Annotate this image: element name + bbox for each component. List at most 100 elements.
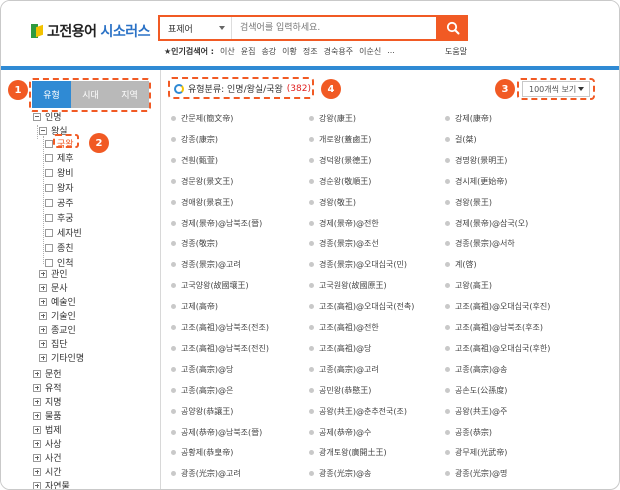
result-item[interactable]: 경종(景宗)@조선 [309, 238, 379, 249]
popular-keyword[interactable]: 정조 [303, 46, 318, 57]
result-item[interactable]: 개로왕(蓋鹵王) [309, 134, 371, 145]
result-item[interactable]: 고조(高祖)@남북조(후조) [445, 322, 543, 333]
result-item[interactable]: 광종(光宗)@명 [445, 468, 507, 479]
tree-node[interactable]: 기술인 [39, 309, 76, 322]
result-item[interactable]: 경왕(景王) [445, 197, 492, 208]
expand-icon[interactable] [33, 425, 41, 434]
expand-icon[interactable] [39, 353, 47, 362]
result-item[interactable]: 강종(康宗) [171, 134, 218, 145]
result-item[interactable]: 경제(景帝)@전한 [309, 218, 379, 229]
expand-icon[interactable] [33, 439, 41, 448]
result-item[interactable]: 광종(光宗)@송 [309, 468, 371, 479]
expand-icon[interactable] [33, 453, 41, 462]
tab-region[interactable]: 지역 [110, 81, 149, 108]
expand-icon[interactable] [39, 311, 47, 320]
result-item[interactable]: 고조(高祖)@오대십국(후진) [445, 301, 550, 312]
result-item[interactable]: 강왕(康王) [309, 113, 356, 124]
result-item[interactable]: 경제(景帝)@삼국(오) [445, 218, 528, 229]
result-item[interactable]: 공손도(公孫度) [445, 385, 507, 396]
tab-type[interactable]: 유형 [32, 81, 71, 108]
collapse-icon[interactable] [33, 112, 41, 121]
result-item[interactable]: 고국양왕(故國壤王) [171, 280, 249, 291]
expand-icon[interactable] [39, 325, 47, 334]
result-item[interactable]: 고제(高帝) [171, 301, 218, 312]
tree-node[interactable]: 유적 [33, 381, 62, 394]
result-item[interactable]: 경문왕(景文王) [171, 176, 233, 187]
result-item[interactable]: 경시제(更始帝) [445, 176, 507, 187]
expand-icon[interactable] [33, 411, 41, 420]
logo[interactable]: 고전용어 시소러스 [31, 21, 151, 41]
tree-leaf[interactable]: 세자빈 [45, 226, 82, 239]
expand-icon[interactable] [39, 269, 47, 278]
collapse-icon[interactable] [39, 126, 47, 135]
tree-node[interactable]: 집단 [39, 337, 68, 350]
result-item[interactable]: 고조(高祖)@전한 [309, 322, 379, 333]
result-item[interactable]: 광종(光宗)@고려 [171, 468, 241, 479]
result-item[interactable]: 고종(高宗)@송 [445, 364, 507, 375]
result-item[interactable]: 경왕(敬王) [309, 197, 356, 208]
popular-keyword[interactable]: 이산 [220, 46, 235, 57]
tree-leaf-king[interactable]: 국왕 [45, 137, 74, 150]
tree-leaf[interactable]: 후궁 [45, 211, 74, 224]
tree-leaf[interactable]: 제후 [45, 151, 74, 164]
tree-node[interactable]: 종교인 [39, 323, 76, 336]
result-item[interactable]: 고조(高祖)@오대십국(전촉) [309, 301, 414, 312]
tree-node[interactable]: 지명 [33, 395, 62, 408]
tree-node-person[interactable]: 인명 [33, 110, 62, 123]
tab-era[interactable]: 시대 [71, 81, 110, 108]
search-field-select[interactable]: 표제어 [160, 17, 232, 39]
popular-keyword[interactable]: 윤집 [241, 46, 256, 57]
result-item[interactable]: 경명왕(景明王) [445, 155, 507, 166]
tree-leaf[interactable]: 종친 [45, 241, 74, 254]
result-item[interactable]: 공왕(共王)@주 [445, 406, 507, 417]
result-item[interactable]: 경종(敬宗) [171, 238, 218, 249]
popular-keyword[interactable]: 송강 [261, 46, 276, 57]
result-item[interactable]: 고조(高祖)@남북조(전진) [171, 343, 269, 354]
result-item[interactable]: 경애왕(景哀王) [171, 197, 233, 208]
result-item[interactable]: 공양왕(恭讓王) [171, 406, 233, 417]
search-input[interactable] [232, 17, 436, 39]
result-item[interactable]: 고종(高宗)@당 [171, 364, 233, 375]
result-item[interactable]: 경종(景宗)@서하 [445, 238, 515, 249]
result-item[interactable]: 고조(高祖)@남북조(전조) [171, 322, 269, 333]
tree-node[interactable]: 물품 [33, 409, 62, 422]
result-item[interactable]: 경종(景宗)@오대십국(민) [309, 259, 407, 270]
tree-node[interactable]: 기타인명 [39, 351, 84, 364]
tree-node[interactable]: 문사 [39, 281, 68, 294]
result-item[interactable]: 경종(景宗)@고려 [171, 259, 241, 270]
tree-leaf[interactable]: 왕자 [45, 181, 74, 194]
result-item[interactable]: 강제(康帝) [445, 113, 492, 124]
result-item[interactable]: 고조(高祖)@당 [309, 343, 371, 354]
tree-node[interactable]: 예술인 [39, 295, 76, 308]
expand-icon[interactable] [33, 383, 41, 392]
tree-leaf[interactable]: 공주 [45, 196, 74, 209]
result-item[interactable]: 공왕(共王)@춘추전국(조) [309, 406, 407, 417]
popular-keyword[interactable]: 이황 [282, 46, 297, 57]
result-item[interactable]: 고종(高宗)@은 [171, 385, 233, 396]
result-item[interactable]: 고국원왕(故國原王) [309, 280, 387, 291]
result-item[interactable]: 견훤(甄萱) [171, 155, 218, 166]
result-item[interactable]: 공제(恭帝)@남북조(晉) [171, 427, 262, 438]
result-item[interactable]: 광무제(光武帝) [445, 447, 507, 458]
tree-node[interactable]: 사건 [33, 451, 62, 464]
result-item[interactable]: 경제(景帝)@남북조(晉) [171, 218, 262, 229]
result-item[interactable]: 계(啓) [445, 259, 477, 270]
tree-node[interactable]: 관인 [39, 267, 68, 280]
expand-icon[interactable] [33, 369, 41, 378]
result-item[interactable]: 공종(恭宗) [445, 427, 492, 438]
tree-node[interactable]: 사상 [33, 437, 62, 450]
expand-icon[interactable] [33, 397, 41, 406]
expand-icon[interactable] [39, 339, 47, 348]
tree-node[interactable]: 문헌 [33, 367, 62, 380]
result-item[interactable]: 공황제(恭皇帝) [171, 447, 233, 458]
expand-icon[interactable] [39, 283, 47, 292]
expand-icon[interactable] [33, 467, 41, 476]
expand-icon[interactable] [33, 481, 41, 489]
popular-keyword[interactable]: 경숙용주 [324, 46, 353, 57]
result-item[interactable]: 광개토왕(廣開土王) [309, 447, 387, 458]
tree-node[interactable]: 시간 [33, 465, 62, 478]
tree-node[interactable]: 법제 [33, 423, 62, 436]
result-item[interactable]: 고조(高祖)@오대십국(후한) [445, 343, 550, 354]
search-button[interactable] [438, 15, 468, 41]
tree-leaf[interactable]: 왕비 [45, 166, 74, 179]
